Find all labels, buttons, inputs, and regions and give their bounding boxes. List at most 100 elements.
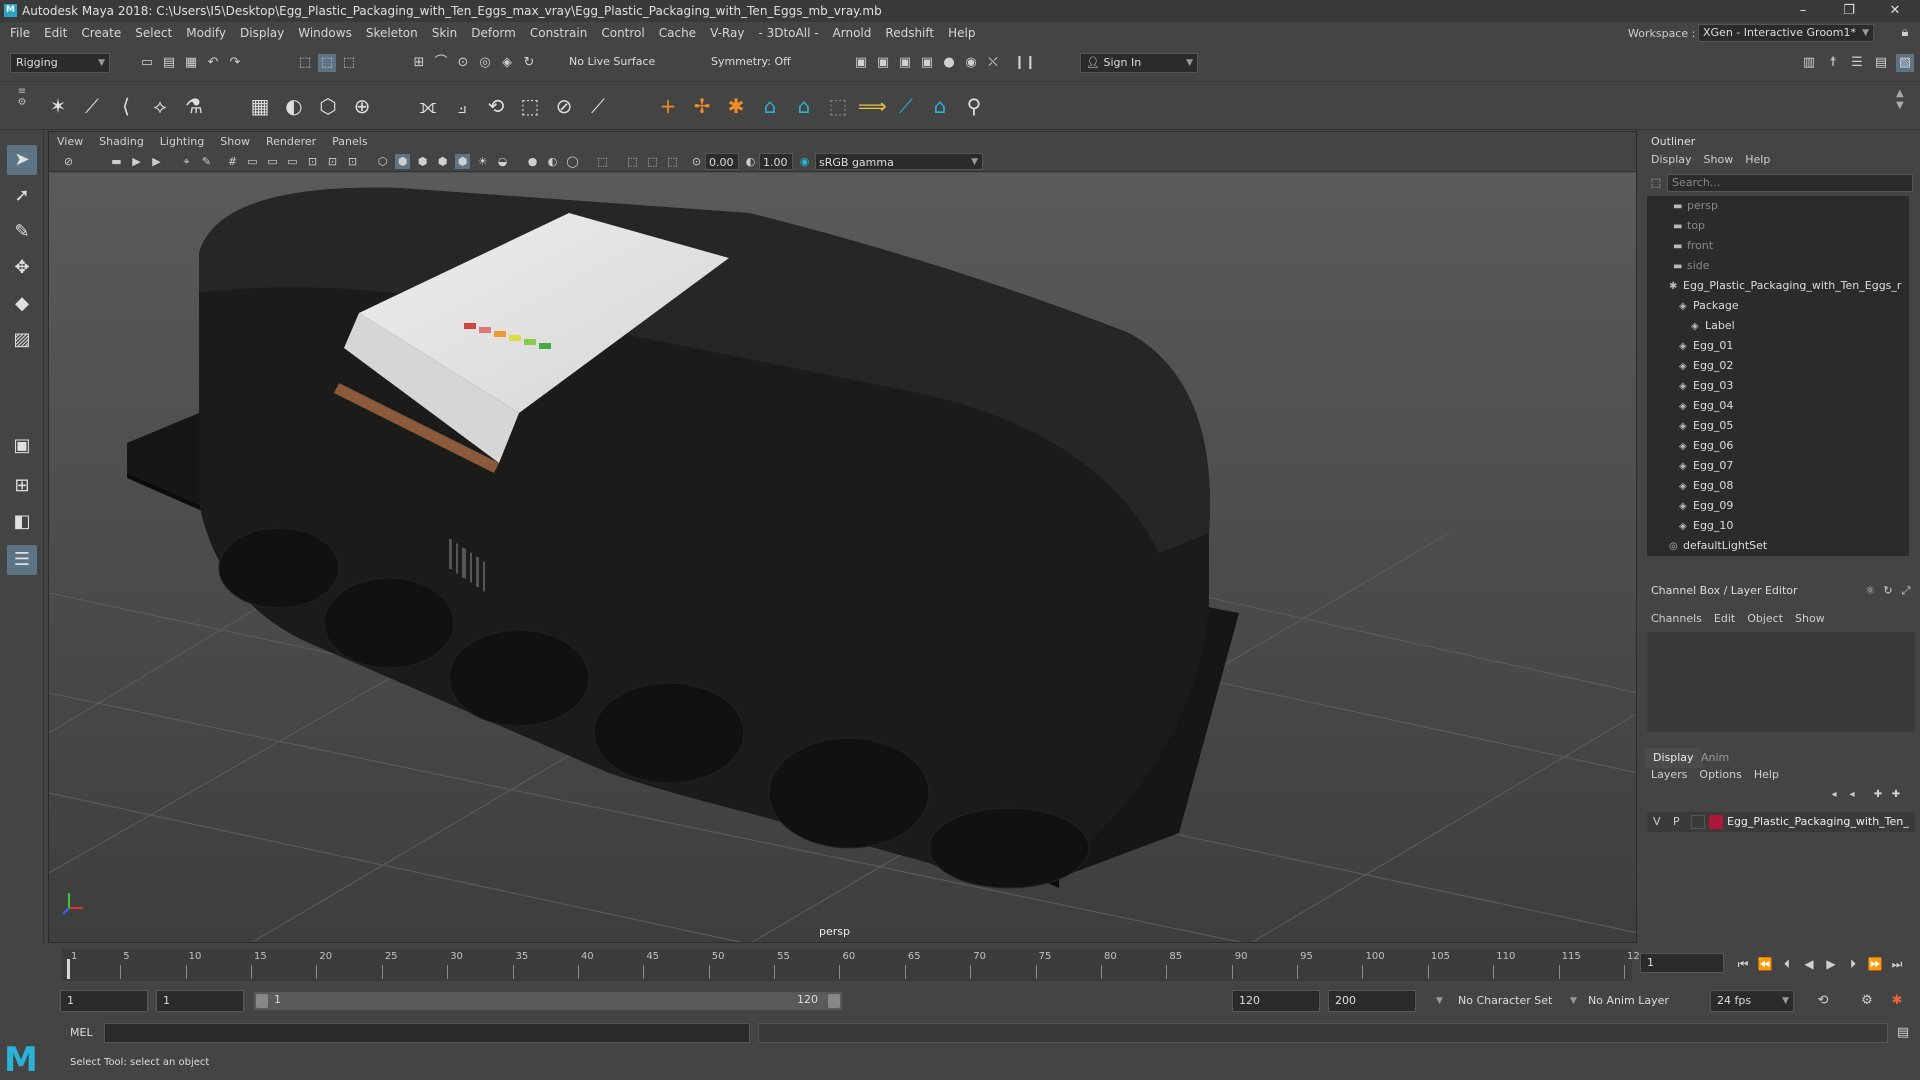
empty-slot-icon[interactable]: ⬚ [824,92,852,120]
outliner-menu-display[interactable]: Display [1645,151,1698,169]
layer-playback-toggle[interactable]: P [1673,815,1680,828]
step-forward-frame-icon[interactable]: ⏵ [1844,955,1862,973]
current-time-indicator[interactable] [67,959,70,979]
blend-shape-icon[interactable]: ⟋ [892,92,920,120]
menu-control[interactable]: Control [594,22,651,44]
wireframe-on-shaded-icon[interactable]: ⬢ [415,154,430,169]
pole-vector-icon[interactable]: ⟋ [584,92,612,120]
channelbox-menu-channels[interactable]: Channels [1645,610,1708,628]
gate-mask-icon[interactable]: ▭ [285,154,300,169]
render-current-icon[interactable]: ▣ [874,54,892,72]
select-object-icon[interactable]: ⬚ [318,54,336,72]
pause-icon[interactable]: ❙❙ [1014,54,1036,72]
parent-constraint-icon[interactable]: ⟗ [414,92,442,120]
new-scene-icon[interactable]: ▭ [138,54,156,72]
skeleton-icon[interactable]: ✱ [722,92,750,120]
outliner-item-egg[interactable]: ◈ Egg_10 [1679,516,1733,536]
menu-edit[interactable]: Edit [37,22,74,44]
viewport-menu-view[interactable]: View [49,132,91,152]
select-hierarchy-icon[interactable]: ⬚ [296,54,314,72]
minimize-button[interactable]: – [1780,0,1826,22]
sign-in-dropdown[interactable]: 👤︎ Sign In ▼ [1080,53,1198,73]
two-view-icon[interactable]: ◧ [7,507,37,537]
motion-blur-icon[interactable]: ● [525,154,540,169]
aim-constraint-icon[interactable]: ⊘ [550,92,578,120]
character-set-field[interactable]: No Character Set [1458,990,1552,1012]
snap-grid-icon[interactable]: ⊞ [410,54,428,72]
snap-curve-icon[interactable]: ⌒ [432,54,450,72]
range-end-handle[interactable] [828,994,840,1008]
safe-title-icon[interactable]: ⊡ [345,154,360,169]
channel-box-toggle-icon[interactable]: ▧ [1896,54,1914,72]
current-frame-field[interactable]: 1 [1640,953,1724,973]
render-settings-icon[interactable]: ▣ [918,54,936,72]
channelbox-menu-show[interactable]: Show [1789,610,1831,628]
outliner-item-root[interactable]: ✱ Egg_Plastic_Packaging_with_Ten_Eggs_r [1669,276,1901,296]
joint-tool-icon[interactable]: ✶ [44,92,72,120]
open-scene-icon[interactable]: ▤ [160,54,178,72]
select-tool-icon[interactable]: ➤ [7,145,37,175]
screen-space-ao-icon[interactable]: ◒ [495,154,510,169]
time-slider[interactable]: 1 5 10 15 20 25 30 35 40 45 50 55 60 65 70 75 80 85 90 95 10… [48,947,1646,983]
step-forward-key-icon[interactable]: ⏩ [1866,955,1884,973]
outliner-item-package[interactable]: ◈ Package [1679,296,1739,316]
layer-name[interactable]: Egg_Plastic_Packaging_with_Ten_ [1727,815,1909,828]
modeling-toolkit-icon[interactable]: ▥ [1800,54,1818,72]
layer-menu-options[interactable]: Options [1693,766,1747,784]
outliner-item-egg[interactable]: ◈ Egg_09 [1679,496,1733,516]
new-layer-icon[interactable]: ✚ [1869,786,1887,804]
preferences-icon[interactable]: ✱ [1888,992,1906,1010]
single-view-icon[interactable]: ▣ [7,431,37,461]
scene-end-field[interactable]: 200 [1328,990,1416,1012]
shelf-scroll-icon[interactable]: ▲ ▼ [1896,88,1904,112]
insert-joint-icon[interactable]: ⟡ [146,92,174,120]
view-transform-dropdown[interactable]: sRGB gamma ▼ [815,153,983,170]
new-layer-selected-icon[interactable]: ✚ [1887,786,1905,804]
menu-arnold[interactable]: Arnold [826,22,879,44]
undo-icon[interactable]: ↶ [204,54,222,72]
film-gate-icon[interactable]: ▭ [245,154,260,169]
resolution-gate-icon[interactable]: ▭ [265,154,280,169]
ik-spline-icon[interactable]: ⟨ [112,92,140,120]
menu-redshift[interactable]: Redshift [878,22,941,44]
outliner-item-egg[interactable]: ◈ Egg_04 [1679,396,1733,416]
outliner-item-light-set[interactable]: ◎ defaultLightSet [1669,536,1767,556]
outliner-item-label-mesh[interactable]: ◈ Label [1691,316,1735,336]
outliner-item-egg[interactable]: ◈ Egg_01 [1679,336,1733,356]
use-all-lights-icon[interactable]: ⬢ [455,154,470,169]
shadows-icon[interactable]: ☀︎ [475,154,490,169]
image-plane-icon[interactable]: ▶ [149,154,164,169]
redo-icon[interactable]: ↷ [226,54,244,72]
outliner-item-camera[interactable]: ▬ front [1673,236,1713,256]
viewport-menu-renderer[interactable]: Renderer [258,132,324,152]
channel-list[interactable] [1647,632,1915,732]
safe-action-icon[interactable]: ⊡ [325,154,340,169]
lock-icon[interactable]: 🔒︎ [1896,24,1914,42]
viewport-menu-shading[interactable]: Shading [91,132,152,152]
camera-select-icon[interactable]: ⊘ [61,154,76,169]
anim-layer-field[interactable]: No Anim Layer [1588,990,1669,1012]
step-back-frame-icon[interactable]: ⏴ [1778,955,1796,973]
range-start-handle[interactable] [256,994,268,1008]
menu-display[interactable]: Display [233,22,291,44]
layer-menu-layers[interactable]: Layers [1645,766,1693,784]
menu-set-dropdown[interactable]: Rigging ▼ [10,53,110,73]
grid-toggle-icon[interactable]: # [225,154,240,169]
ipr-render-icon[interactable]: ▣ [896,54,914,72]
snap-surface-icon[interactable]: ◈ [498,54,516,72]
maximize-button[interactable]: ❐ [1826,0,1872,22]
lattice-icon[interactable]: ⬡ [314,92,342,120]
layer-menu-help[interactable]: Help [1748,766,1785,784]
smooth-shade-icon[interactable]: ⬢ [395,154,410,169]
exposure-field[interactable]: 0.00 [705,153,739,170]
symmetry-field[interactable]: Symmetry: Off [706,53,804,73]
viewport-menu-show[interactable]: Show [212,132,258,152]
outliner-item-egg[interactable]: ◈ Egg_02 [1679,356,1733,376]
go-to-start-icon[interactable]: ⏮ [1734,955,1752,973]
play-backward-icon[interactable]: ◀ [1800,955,1818,973]
human-ik-icon[interactable]: ☨ [1824,54,1842,72]
mirror-joint-icon[interactable]: ⚗︎ [180,92,208,120]
viewport-menu-panels[interactable]: Panels [324,132,375,152]
layer-visibility-toggle[interactable]: V [1653,815,1661,828]
gamma-field[interactable]: 1.00 [759,153,793,170]
